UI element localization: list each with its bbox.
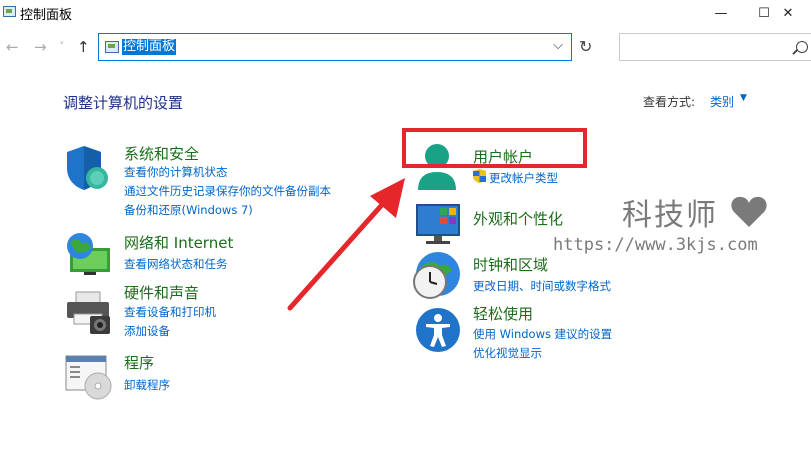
refresh-button[interactable]: ↻ [579,37,592,56]
link-devices-printers[interactable]: 查看设备和打印机 [124,304,216,320]
category-network-internet[interactable]: 网络和 Internet [124,232,233,253]
up-button[interactable]: ↑ [77,38,90,56]
minimize-button[interactable]: — [698,0,744,26]
link-add-device[interactable]: 添加设备 [124,323,170,339]
watermark-title: 科技师 [622,198,718,233]
link-uninstall-program[interactable]: 卸载程序 [124,377,170,393]
address-text[interactable]: 控制面板 [122,39,177,55]
watermark-url: https://www.3kjs.com [553,235,758,255]
link-backup-restore[interactable]: 备份和还原(Windows 7) [124,202,253,218]
page-title: 调整计算机的设置 [63,94,184,112]
category-programs[interactable]: 程序 [124,352,154,373]
navigation-bar: ← → ˅ ↑ 控制面板 ⌵ ↻ [0,30,811,64]
chevron-down-icon[interactable]: ▼ [740,93,747,103]
control-panel-icon [3,6,16,17]
recent-locations-button[interactable]: ˅ [59,40,65,53]
close-button[interactable]: ✕ [765,0,811,26]
category-system-security[interactable]: 系统和安全 [124,143,199,164]
link-optimize-visual-display[interactable]: 优化视觉显示 [473,345,542,361]
control-panel-icon [105,41,119,53]
uac-shield-icon [473,169,486,183]
link-view-computer-status[interactable]: 查看你的计算机状态 [124,164,228,180]
title-bar: 控制面板 — ☐ ✕ [0,0,811,26]
back-button[interactable]: ← [6,38,19,56]
view-by-label: 查看方式: [643,95,696,109]
category-hardware-sound[interactable]: 硬件和声音 [124,282,199,303]
highlight-box [402,128,587,168]
chevron-down-icon[interactable]: ⌵ [553,38,563,53]
category-clock-region[interactable]: 时钟和区域 [473,254,548,275]
search-input[interactable] [619,33,811,61]
shield-icon [67,146,108,190]
category-appearance-personalization[interactable]: 外观和个性化 [473,208,563,229]
heart-icon [731,196,767,227]
link-network-status[interactable]: 查看网络状态和任务 [124,256,228,272]
red-arrow-annotation [287,178,405,311]
accessibility-icon [416,308,460,352]
category-ease-of-access[interactable]: 轻松使用 [473,303,533,324]
link-change-account-type[interactable]: 更改帐户类型 [489,170,558,186]
printer-icon [67,291,110,334]
view-by-dropdown[interactable]: 类别 [710,93,734,110]
programs-icon [65,355,112,400]
network-globe-icon [67,233,110,275]
link-recommended-settings[interactable]: 使用 Windows 建议的设置 [473,326,612,342]
link-change-date-time-format[interactable]: 更改日期、时间或数字格式 [473,278,611,294]
search-icon[interactable] [796,41,808,53]
window-title: 控制面板 [20,8,73,23]
address-bar[interactable]: 控制面板 ⌵ [98,33,572,61]
forward-button[interactable]: → [34,38,47,56]
